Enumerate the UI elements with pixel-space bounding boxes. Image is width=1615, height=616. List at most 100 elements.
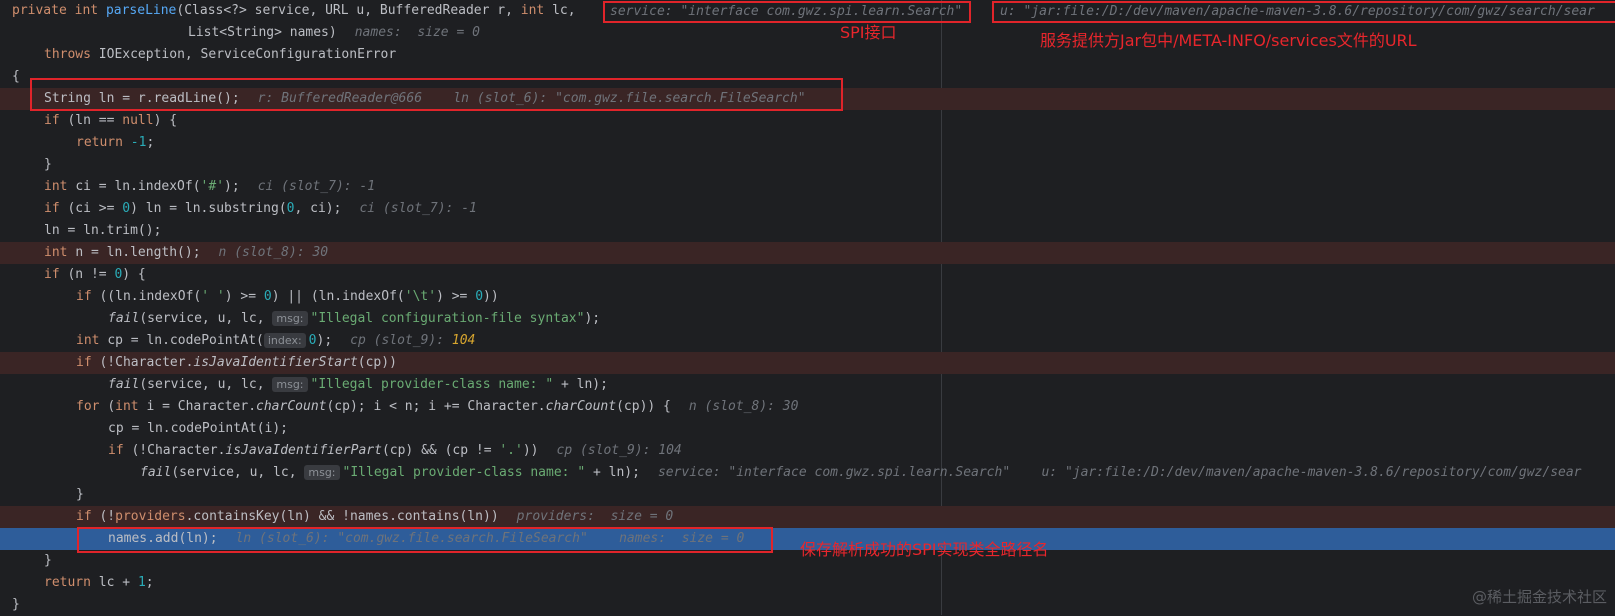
code-line[interactable]: if (n != 0) { (0, 264, 1615, 286)
code-token: } (44, 157, 52, 172)
code-line[interactable]: cp = ln.codePointAt(i); (0, 418, 1615, 440)
code-token: ); (316, 333, 333, 348)
debug-value: 104 (451, 333, 476, 348)
code-line[interactable]: int ci = ln.indexOf('#'); ci (slot_7): -1 (0, 176, 1615, 198)
code-line[interactable]: return -1; (0, 132, 1615, 154)
code-token: ) || (ln.indexOf( (271, 289, 405, 304)
code-token: int (520, 3, 553, 18)
code-token: ; (146, 135, 155, 150)
code-token: } (12, 597, 20, 612)
code-token: lc, (552, 3, 576, 18)
code-token: cp = ln.codePointAt(i); (108, 421, 289, 436)
code-token: ' ' (201, 289, 225, 304)
code-token: if (44, 267, 68, 282)
code-text: if (!Character.isJavaIdentifierPart(cp) … (108, 440, 682, 462)
code-token: lc + (98, 575, 138, 590)
code-text: if (!Character.isJavaIdentifierStart(cp)… (76, 352, 397, 374)
code-line[interactable]: if (!providers.containsKey(ln) && !names… (0, 506, 1615, 528)
code-text: throws IOException, ServiceConfiguration… (44, 44, 396, 66)
code-text: for (int i = Character.charCount(cp); i … (76, 396, 798, 418)
method-call: fail (108, 377, 140, 392)
code-token: if (76, 355, 100, 370)
param-name-hint: msg: (272, 377, 308, 392)
code-text: if (ln == null) { (44, 110, 177, 132)
debug-value-hint: ci (slot_7): -1 (359, 201, 477, 216)
code-line[interactable]: fail(service, u, lc, msg: "Illegal provid… (0, 374, 1615, 396)
code-token: int (76, 333, 108, 348)
code-token: return (44, 575, 99, 590)
code-line[interactable]: if ((ln.indexOf(' ') >= 0) || (ln.indexO… (0, 286, 1615, 308)
code-token: if (44, 113, 68, 128)
code-line[interactable]: int n = ln.length(); n (slot_8): 30 (0, 242, 1615, 264)
code-token: ci = ln.indexOf( (75, 179, 201, 194)
code-token: ) ln = ln.substring( (130, 201, 287, 216)
code-line[interactable]: ln = ln.trim(); (0, 220, 1615, 242)
code-text: fail(service, u, lc, msg: "Illegal provid… (108, 374, 608, 396)
code-token: 0 (263, 289, 272, 304)
code-token: for (76, 399, 108, 414)
code-line[interactable]: } (0, 154, 1615, 176)
code-token: '.' (499, 443, 523, 458)
code-token: 0 (475, 289, 484, 304)
code-token: 0 (308, 333, 317, 348)
code-token: int (44, 179, 76, 194)
code-line[interactable]: if (!Character.isJavaIdentifierPart(cp) … (0, 440, 1615, 462)
code-line[interactable]: fail(service, u, lc, msg: "Illegal config… (0, 308, 1615, 330)
code-line[interactable]: } (0, 594, 1615, 616)
url-inline-hint: u: "jar:file:/D:/dev/maven/apache-maven-… (1000, 4, 1595, 19)
code-text: if ((ln.indexOf(' ') >= 0) || (ln.indexO… (76, 286, 499, 308)
code-text: { (12, 66, 20, 88)
method-call: fail (140, 465, 172, 480)
code-token: } (44, 553, 52, 568)
code-text: fail(service, u, lc, msg: "Illegal provid… (140, 462, 1582, 484)
code-token: ( (107, 399, 116, 414)
method-call: isJavaIdentifierPart (225, 443, 382, 458)
watermark: @稀土掘金技术社区 (1471, 588, 1607, 606)
code-text: } (76, 484, 84, 506)
debug-value-hint: n (slot_8): 30 (218, 245, 329, 260)
debug-value-hint: n (slot_8): 30 (688, 399, 799, 414)
code-text: int n = ln.length(); n (slot_8): 30 (44, 242, 328, 264)
code-editor[interactable]: private int parseLine(Class<?> service, … (0, 0, 1615, 615)
code-text: int ci = ln.indexOf('#'); ci (slot_7): -1 (44, 176, 375, 198)
code-line[interactable]: if (ln == null) { (0, 110, 1615, 132)
code-token: List<String> names) (188, 25, 337, 40)
code-token: { (12, 69, 20, 84)
code-token: ((ln.indexOf( (99, 289, 202, 304)
code-line[interactable]: if (ci >= 0) ln = ln.substring(0, ci); ci… (0, 198, 1615, 220)
code-token: (cp)) (357, 355, 397, 370)
code-token: (!Character. (131, 443, 226, 458)
code-token: (cp)) { (616, 399, 671, 414)
code-token: )) (483, 289, 499, 304)
debug-value-hint: providers: size = 0 (516, 509, 674, 524)
field-ref: providers (115, 509, 186, 524)
code-line[interactable]: fail(service, u, lc, msg: "Illegal provid… (0, 462, 1615, 484)
code-token: (service, u, lc, (139, 311, 273, 326)
code-token: + ln); (585, 465, 640, 480)
code-line[interactable]: if (!Character.isJavaIdentifierStart(cp)… (0, 352, 1615, 374)
code-token: } (76, 487, 84, 502)
code-token: (!Character. (99, 355, 194, 370)
code-token: n = ln.length(); (75, 245, 201, 260)
code-line[interactable]: int cp = ln.codePointAt(index: 0); cp (slo… (0, 330, 1615, 352)
param-name-hint: index: (263, 333, 306, 348)
code-line[interactable]: } (0, 484, 1615, 506)
code-token: null (122, 113, 154, 128)
code-token: (service, u, lc, (139, 377, 273, 392)
code-token: + ln); (553, 377, 608, 392)
code-text: return lc + 1; (44, 572, 154, 594)
code-text: } (44, 550, 52, 572)
param-name-hint: msg: (304, 465, 340, 480)
method-call: fail (108, 311, 140, 326)
save-class-annotation: 保存解析成功的SPI实现类全路径名 (800, 540, 1049, 559)
code-token: "Illegal configuration-file syntax" (310, 311, 585, 326)
code-text: ln = ln.trim(); (44, 220, 161, 242)
code-token: parseLine (105, 3, 177, 18)
code-token: int (74, 3, 106, 18)
code-text: if (ci >= 0) ln = ln.substring(0, ci); ci… (44, 198, 477, 220)
services-url-annotation: 服务提供方Jar包中/META-INFO/services文件的URL (1040, 31, 1417, 50)
code-text: cp = ln.codePointAt(i); (108, 418, 288, 440)
code-line[interactable]: return lc + 1; (0, 572, 1615, 594)
code-text: private int parseLine(Class<?> service, … (12, 0, 576, 22)
code-line[interactable]: for (int i = Character.charCount(cp); i … (0, 396, 1615, 418)
